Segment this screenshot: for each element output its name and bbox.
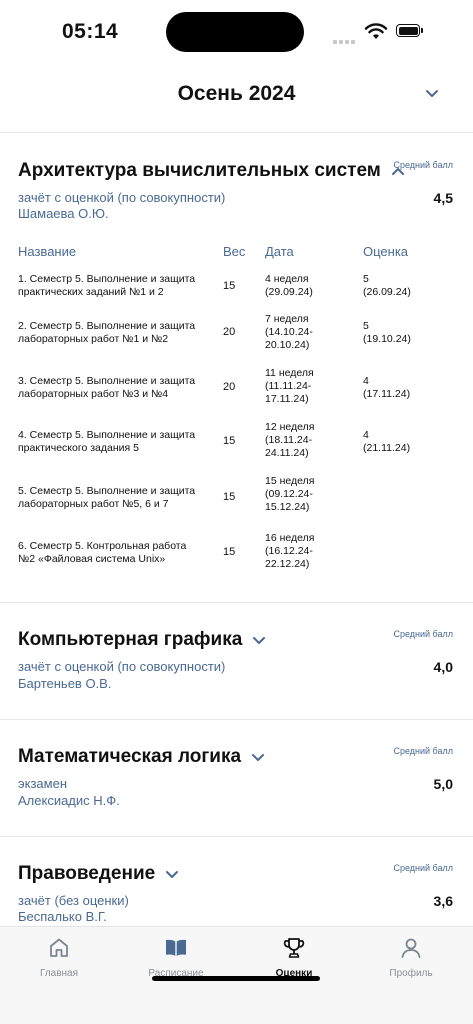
assessment-type: зачёт с оценкой (по совокупности)	[18, 659, 226, 674]
chevron-down-icon[interactable]	[424, 88, 440, 100]
average-grade-label: Средний балл	[393, 746, 453, 756]
tab-home[interactable]: Главная	[14, 927, 104, 987]
tab-label: Профиль	[389, 968, 433, 979]
book-icon	[166, 939, 186, 956]
status-bar: 05:14	[0, 0, 473, 64]
assessment-type: зачёт с оценкой (по совокупности)	[18, 190, 226, 205]
subject-name-header[interactable]: Компьютерная графика	[18, 629, 266, 651]
control-point-weight: 15	[223, 546, 236, 558]
tab-label: Главная	[39, 968, 79, 979]
control-point-date: 11 неделя (11.11.24- 17.11.24)	[265, 367, 314, 405]
subject-card[interactable]: Правоведение Средний балл 3,6 зачёт (без…	[0, 837, 473, 926]
column-header-weight: Вес	[223, 244, 246, 259]
teacher-name: Алексиадис Н.Ф.	[18, 793, 120, 808]
semester-title: Осень 2024	[177, 82, 296, 105]
control-point-date: 15 неделя (09.12.24- 15.12.24)	[265, 475, 315, 513]
control-point-name: 3. Семестр 5. Выполнение и защита лаборат…	[18, 375, 196, 400]
home-icon	[50, 938, 68, 957]
subject-name: Правоведение	[18, 863, 156, 884]
assessment-type: экзамен	[18, 776, 68, 791]
subject-card[interactable]: Математическая логика Средний балл 5,0 э…	[0, 720, 473, 837]
teacher-name: Шамаева О.Ю.	[18, 206, 109, 221]
control-point-weight: 15	[223, 435, 236, 447]
semester-selector[interactable]: Осень 2024	[0, 64, 473, 133]
control-point-date: 16 неделя (16.12.24- 22.12.24)	[265, 532, 315, 570]
teacher-name: Беспалько В.Г.	[18, 909, 107, 924]
subject-card: Архитектура вычислительных систем Средни…	[0, 133, 473, 603]
subject-name-header[interactable]: Архитектура вычислительных систем	[18, 160, 405, 182]
cellular-signal-icon	[333, 31, 361, 44]
wifi-icon	[364, 23, 388, 39]
control-point-weight: 20	[223, 326, 236, 338]
chevron-down-icon[interactable]	[165, 869, 179, 879]
column-header-name: Название	[18, 244, 77, 259]
chevron-down-icon[interactable]	[251, 752, 265, 762]
control-point-name: 4. Семестр 5. Выполнение и защита практич…	[18, 429, 196, 454]
average-grade-value: 4,0	[433, 659, 453, 675]
control-point-date: 4 неделя (29.09.24)	[265, 273, 313, 298]
control-point-date: 12 неделя (18.11.24- 24.11.24)	[265, 421, 315, 459]
status-time: 05:14	[62, 20, 119, 43]
home-indicator	[152, 976, 320, 981]
subject-name-header[interactable]: Правоведение	[18, 863, 179, 885]
column-header-grade: Оценка	[363, 244, 409, 259]
control-point-weight: 15	[223, 491, 236, 503]
control-point-grade: 5 (19.10.24)	[363, 320, 411, 345]
dynamic-island	[166, 12, 304, 52]
control-point-name: 6. Семестр 5. Контрольная работа №2 «Файл…	[18, 540, 187, 565]
average-grade-value: 5,0	[433, 776, 453, 792]
person-icon	[401, 938, 421, 958]
control-point-grade: 4 (17.11.24)	[363, 375, 411, 400]
control-point-date: 7 неделя (14.10.24- 20.10.24)	[265, 313, 313, 351]
assessment-type: зачёт (без оценки)	[18, 893, 129, 908]
subject-name: Математическая логика	[18, 746, 242, 767]
control-point-grade: 4 (21.11.24)	[363, 429, 411, 454]
control-point-weight: 20	[223, 381, 236, 393]
average-grade-value: 3,6	[433, 893, 453, 909]
battery-icon	[396, 24, 424, 38]
average-grade-label: Средний балл	[393, 863, 453, 873]
average-grade-value: 4,5	[433, 190, 453, 206]
control-point-grade: 5 (26.09.24)	[363, 273, 411, 298]
average-grade-label: Средний балл	[393, 160, 453, 170]
subject-name-header[interactable]: Математическая логика	[18, 746, 265, 768]
average-grade-label: Средний балл	[393, 629, 453, 639]
tab-bar: Главная Расписание Оценки Профиль	[0, 926, 473, 1024]
control-point-name: 2. Семестр 5. Выполнение и защита лаборат…	[18, 320, 196, 345]
control-point-name: 5. Семестр 5. Выполнение и защита лаборат…	[18, 485, 196, 510]
tab-profile[interactable]: Профиль	[366, 927, 456, 987]
chevron-down-icon[interactable]	[252, 635, 266, 645]
subject-card[interactable]: Компьютерная графика Средний балл 4,0 за…	[0, 603, 473, 720]
subject-name: Компьютерная графика	[18, 629, 243, 650]
column-header-date: Дата	[265, 244, 294, 259]
control-point-weight: 15	[223, 280, 236, 292]
trophy-icon	[283, 938, 305, 958]
control-point-name: 1. Семестр 5. Выполнение и защита практич…	[18, 273, 196, 298]
subject-name: Архитектура вычислительных систем	[18, 160, 381, 181]
teacher-name: Бартеньев О.В.	[18, 676, 112, 691]
